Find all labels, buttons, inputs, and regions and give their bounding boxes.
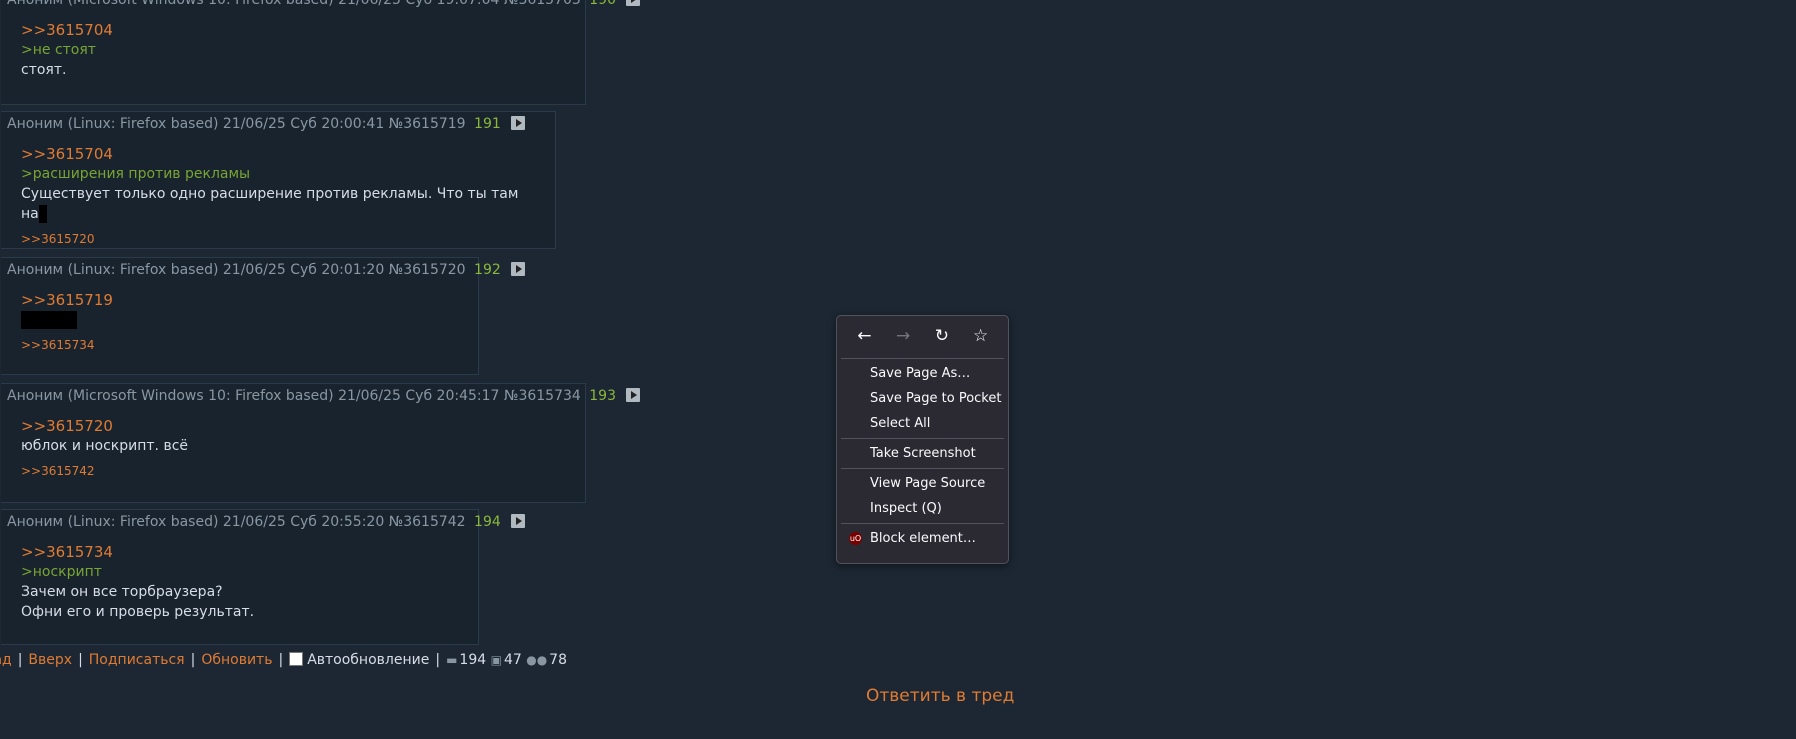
post-text: Зачем он все торбраузера? (21, 584, 223, 600)
post-text: юблок и носкрипт. всё (21, 438, 189, 454)
post-body: >>3615720 юблок и носкрипт. всё (7, 408, 579, 456)
menu-item-view-source[interactable]: View Page Source (837, 471, 1008, 496)
post-body: >>3615704 >расширения против рекламы Сущ… (7, 136, 549, 224)
forward-arrow-icon: → (896, 326, 911, 346)
post-author: Аноним (7, 262, 64, 278)
comment-icon: ▬ (446, 653, 458, 667)
post-quote: >носкрипт (21, 564, 102, 580)
menu-separator (841, 438, 1004, 439)
separator: | (78, 652, 83, 668)
post-text: стоят. (21, 62, 67, 78)
post-os: (Linux: Firefox based) (67, 262, 219, 278)
reply-link[interactable]: >>3615719 (21, 290, 458, 310)
menu-item-take-screenshot[interactable]: Take Screenshot (837, 441, 1008, 466)
post-header: Аноним (Linux: Firefox based) 21/06/25 С… (7, 112, 549, 136)
post-meta[interactable]: 21/06/25 Суб 20:45:17 №3615734 (338, 388, 581, 404)
post-number: 194 (474, 514, 501, 530)
post-header: Аноним (Linux: Firefox based) 21/06/25 С… (7, 258, 526, 282)
backlink[interactable]: >>3615734 (7, 330, 472, 360)
post-os: (Linux: Firefox based) (67, 116, 219, 132)
spoiler-block[interactable] (21, 311, 77, 329)
ublock-icon: uO (849, 532, 862, 545)
post-body: >>3615734 >носкрипт Зачем он все торбрау… (7, 534, 472, 622)
posts-count: 194 (459, 652, 487, 668)
post-text-content: Существует только одно расширение против… (21, 186, 519, 222)
post-quote: >не стоят (21, 42, 96, 58)
post-3615720: Аноним (Linux: Firefox based) 21/06/25 С… (1, 257, 526, 375)
thread-nav: зад | Вверх | Подписаться | Обновить | Автообнов… (0, 650, 567, 670)
menu-item-save-to-pocket[interactable]: Save Page to Pocket (837, 386, 1008, 411)
post-text: Существует только одно расширение против… (21, 184, 535, 224)
separator: | (278, 652, 284, 668)
backlink[interactable]: >>3615720 (7, 224, 549, 254)
refresh-link[interactable]: Обновить (201, 652, 272, 668)
menu-item-block-element[interactable]: uO Block element… (837, 526, 1008, 551)
post-3615703: Аноним (Microsoft Windows 10: Firefox ba… (1, 0, 641, 105)
post-body: >>3615719 (7, 282, 472, 330)
post-3615734: Аноним (Microsoft Windows 10: Firefox ba… (1, 383, 641, 503)
separator: | (190, 652, 196, 668)
separator: | (435, 652, 441, 668)
post-author: Аноним (7, 388, 64, 404)
post-3615719: Аноним (Linux: Firefox based) 21/06/25 С… (1, 111, 556, 249)
post-meta[interactable]: 21/06/25 Суб 20:01:20 №3615720 (223, 262, 466, 278)
separator: | (17, 652, 23, 668)
post-meta[interactable]: 21/06/25 Суб 20:00:41 №3615719 (223, 116, 466, 132)
post-number: 190 (589, 0, 616, 8)
menu-separator (841, 523, 1004, 524)
reload-icon[interactable]: ↻ (928, 326, 956, 346)
back-arrow-icon[interactable]: ← (850, 326, 878, 346)
bookmark-star-icon[interactable]: ☆ (967, 326, 995, 346)
menu-item-inspect[interactable]: Inspect (Q) (837, 496, 1008, 521)
play-icon[interactable] (626, 0, 641, 6)
post-text-line2: Офни его и проверь результат. (21, 604, 255, 620)
post-os: (Linux: Firefox based) (67, 514, 219, 530)
play-icon[interactable] (511, 116, 526, 130)
post-header: Аноним (Microsoft Windows 10: Firefox ba… (7, 384, 641, 408)
menu-item-label: Block element… (870, 531, 976, 546)
reply-link[interactable]: >>3615720 (21, 416, 565, 436)
post-quote: >расширения против рекламы (21, 166, 251, 182)
play-icon[interactable] (511, 514, 526, 528)
autorefresh-label: Автообновление (307, 652, 430, 668)
post-number: 192 (474, 262, 501, 278)
users-icon: ●● (526, 653, 548, 667)
reply-link[interactable]: >>3615704 (21, 144, 535, 164)
post-number: 193 (589, 388, 616, 404)
post-body: >>3615704 >не стоят стоят. (7, 12, 579, 80)
menu-item-save-page-as[interactable]: Save Page As… (837, 361, 1008, 386)
menu-separator (841, 468, 1004, 469)
reply-link[interactable]: >>3615734 (21, 542, 458, 562)
post-os: (Microsoft Windows 10: Firefox based) (67, 0, 334, 8)
post-meta[interactable]: 21/06/25 Суб 20:55:20 №3615742 (223, 514, 466, 530)
backlink[interactable]: >>3615742 (7, 456, 579, 486)
post-header: Аноним (Linux: Firefox based) 21/06/25 С… (7, 510, 526, 534)
post-author: Аноним (7, 514, 64, 530)
menu-item-select-all[interactable]: Select All (837, 411, 1008, 436)
play-icon[interactable] (626, 388, 641, 402)
context-menu-nav: ← → ↻ ☆ (837, 316, 1008, 356)
menu-separator (841, 358, 1004, 359)
back-link[interactable]: зад (0, 652, 12, 668)
top-link[interactable]: Вверх (28, 652, 72, 668)
text-cursor (38, 205, 47, 223)
post-header: Аноним (Microsoft Windows 10: Firefox ba… (7, 0, 641, 12)
play-icon[interactable] (511, 262, 526, 276)
post-3615742: Аноним (Linux: Firefox based) 21/06/25 С… (1, 509, 526, 645)
context-menu: ← → ↻ ☆ Save Page As… Save Page to Pocke… (836, 315, 1009, 564)
images-count: 47 (503, 652, 522, 668)
post-author: Аноним (7, 0, 64, 8)
subscribe-link[interactable]: Подписаться (89, 652, 185, 668)
image-icon: ▣ (490, 653, 502, 667)
post-number: 191 (474, 116, 501, 132)
post-os: (Microsoft Windows 10: Firefox based) (67, 388, 334, 404)
users-count: 78 (549, 652, 567, 668)
post-meta[interactable]: 21/06/25 Суб 19:07:04 №3615703 (338, 0, 581, 8)
autorefresh-checkbox[interactable] (289, 652, 304, 666)
reply-thread-link[interactable]: Ответить в тред (866, 686, 1014, 706)
post-text (21, 310, 458, 330)
post-author: Аноним (7, 116, 64, 132)
reply-link[interactable]: >>3615704 (21, 20, 565, 40)
